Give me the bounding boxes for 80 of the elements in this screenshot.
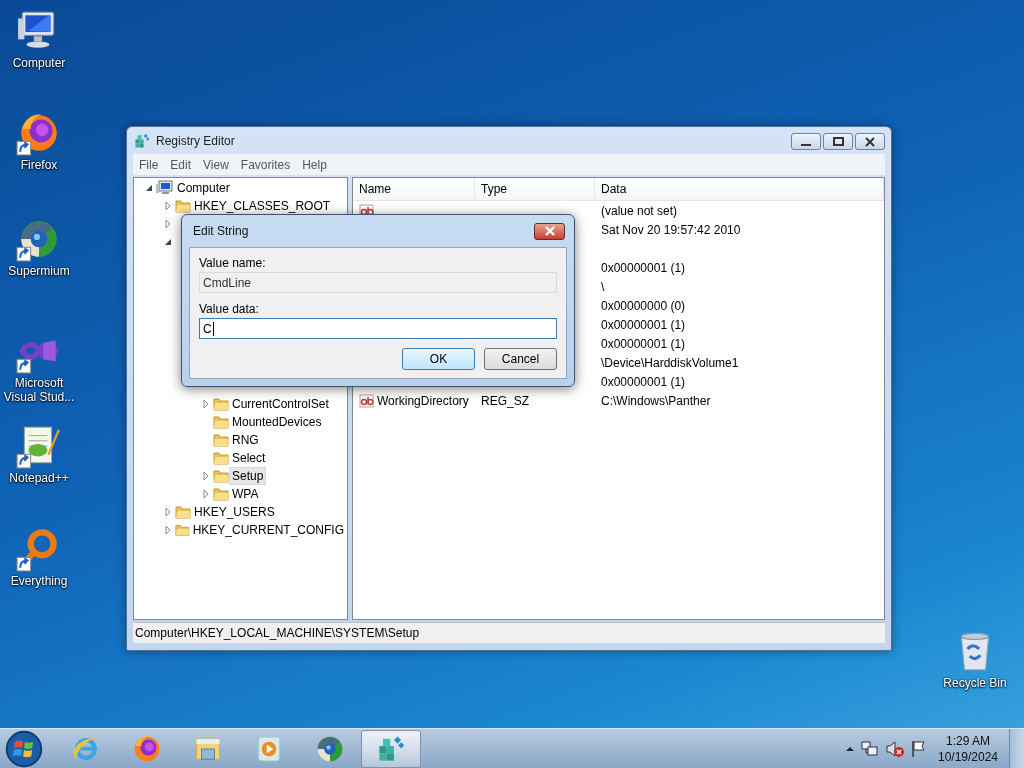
collapse-arrow-icon[interactable] (163, 237, 173, 247)
table-cell-text: (value not set) (600, 203, 679, 218)
tree-item[interactable]: RNG (229, 431, 262, 449)
folder-icon (213, 486, 229, 502)
column-header[interactable]: Type (475, 178, 595, 200)
desktop-icon-label[interactable]: Supermium (0, 264, 78, 278)
dialog-button[interactable]: OK (402, 348, 475, 370)
table-cell-text: 0x00000001 (1) (600, 260, 687, 275)
taskbar-button[interactable] (361, 729, 421, 768)
maximize-icon (832, 137, 844, 146)
collapse-arrow-icon[interactable] (144, 183, 154, 193)
desktop-icon-label[interactable]: Microsoft Visual Stud... (0, 376, 78, 404)
status-bar-text: Computer\HKEY_LOCAL_MACHINE\SYSTEM\Setup (134, 626, 420, 640)
minimize-icon (801, 143, 811, 146)
network-icon[interactable] (861, 739, 879, 758)
clock-time[interactable]: 1:29 AM (946, 732, 990, 749)
table-cell-text: C:\Windows\Panther (600, 393, 712, 408)
table-cell-text: Sat Nov 20 19:57:42 2010 (600, 222, 742, 237)
desktop-icon-label[interactable]: Everything (0, 574, 78, 588)
tree-item[interactable]: Computer (174, 179, 233, 197)
table-cell-text: \Device\HarddiskVolume1 (600, 355, 740, 370)
string-value-icon (359, 392, 375, 409)
menu-item[interactable]: Favorites (234, 157, 297, 172)
menu-item[interactable]: File (133, 157, 165, 172)
clock-date[interactable]: 10/19/2024 (937, 748, 999, 765)
muted-speaker-icon[interactable] (885, 739, 905, 758)
expand-arrow-icon[interactable] (163, 219, 173, 229)
column-header[interactable]: Name (353, 178, 475, 200)
tree-item[interactable]: HKEY_CURRENT_CONFIG (189, 521, 347, 539)
folder-icon (213, 396, 229, 412)
field-label: Value data: (199, 301, 260, 318)
tree-item[interactable]: Select (229, 449, 269, 467)
tree-item[interactable]: WPA (229, 485, 262, 503)
desktop-icon-label[interactable]: Computer (0, 56, 78, 70)
folder-icon (175, 504, 191, 520)
close-icon (543, 226, 556, 236)
table-cell: WorkingDirectory (377, 393, 469, 408)
desktop-icon-label[interactable]: Notepad++ (0, 471, 78, 485)
folder-icon (175, 198, 191, 214)
folder-icon (213, 468, 229, 484)
dialog-button[interactable]: Cancel (484, 348, 557, 370)
folder-icon (175, 522, 190, 538)
table-cell-text: 0x00000001 (1) (600, 336, 687, 351)
show-desktop-button[interactable] (1009, 728, 1024, 768)
expand-arrow-icon[interactable] (201, 489, 211, 499)
tree-item[interactable]: Setup (229, 467, 267, 485)
menu-item[interactable]: Help (296, 157, 333, 172)
maximize-button[interactable] (823, 133, 853, 150)
tree-item[interactable]: CurrentControlSet (229, 395, 332, 413)
cubes-icon (133, 131, 151, 150)
expand-arrow-icon[interactable] (163, 507, 173, 517)
window-title: Registry Editor (156, 133, 236, 148)
computer-icon (156, 180, 174, 196)
table-cell-text: 0x00000000 (0) (600, 298, 687, 313)
table-cell-text: 0x00000001 (1) (600, 317, 687, 332)
input-field[interactable]: C (199, 318, 557, 339)
field-label: Value name: (199, 255, 267, 272)
close-icon (865, 136, 875, 147)
folder-icon (213, 450, 229, 466)
folder-icon (213, 414, 229, 430)
folder-icon (213, 432, 229, 448)
table-cell-text: 0x00000001 (1) (600, 374, 687, 389)
tree-item[interactable]: HKEY_USERS (191, 503, 278, 521)
tree-item[interactable]: MountedDevices (229, 413, 325, 431)
table-cell-text: \ (600, 279, 606, 294)
tree-item[interactable]: HKEY_CLASSES_ROOT (191, 197, 334, 215)
table-cell-text: REG_SZ (480, 393, 530, 408)
close-button[interactable] (855, 133, 885, 150)
minimize-button[interactable] (791, 133, 821, 150)
close-button[interactable] (534, 222, 565, 240)
flag-icon[interactable] (911, 739, 927, 758)
expand-arrow-icon[interactable] (163, 201, 173, 211)
expand-arrow-icon[interactable] (201, 471, 211, 481)
menu-item[interactable]: View (197, 157, 235, 172)
column-header[interactable]: Data (595, 178, 884, 200)
dialog-title: Edit String (193, 224, 249, 238)
expand-arrow-icon[interactable] (201, 399, 211, 409)
desktop-icon-label[interactable]: Firefox (0, 158, 78, 172)
menu-item[interactable]: Edit (164, 157, 198, 172)
expand-arrow-icon[interactable] (163, 525, 173, 535)
